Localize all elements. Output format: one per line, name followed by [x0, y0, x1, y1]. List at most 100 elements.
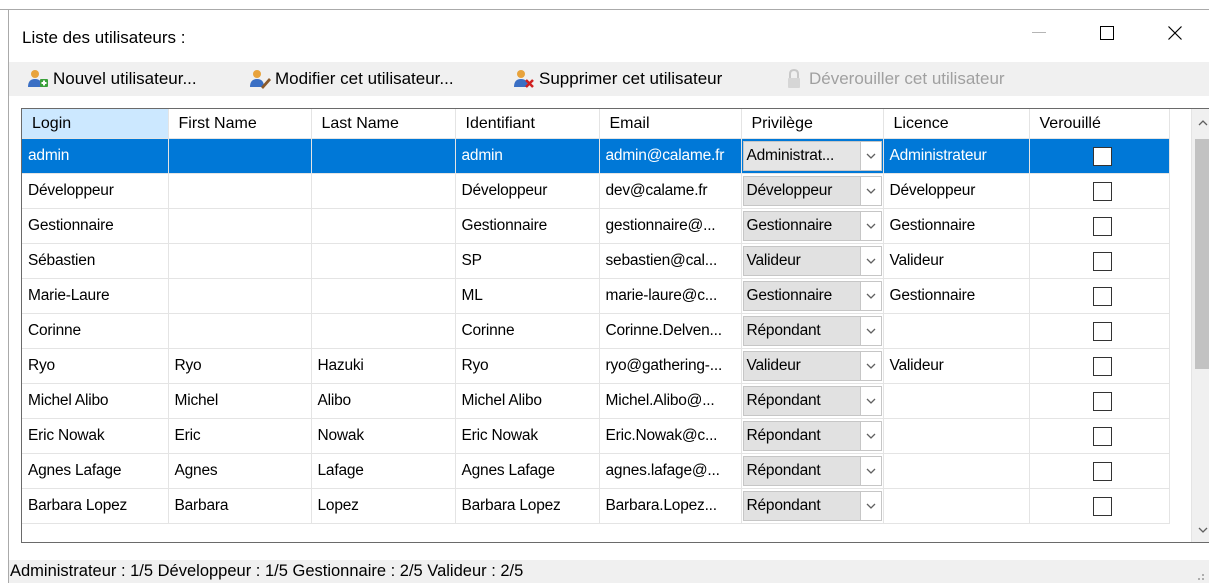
locked-checkbox[interactable]	[1092, 251, 1112, 271]
unlock-user-button[interactable]: Déverouiller cet utilisateur	[783, 62, 1005, 96]
cell-last[interactable]	[311, 138, 456, 174]
cell-id[interactable]: Gestionnaire	[455, 208, 600, 244]
cell-login[interactable]: Ryo	[22, 348, 169, 384]
cell-first[interactable]	[168, 208, 312, 244]
cell-id[interactable]: Agnes Lafage	[455, 453, 600, 489]
cell-email[interactable]: sebastien@cal...	[599, 243, 742, 279]
cell-privilege[interactable]: Gestionnaire	[741, 208, 884, 244]
cell-privilege[interactable]: Répondant	[741, 453, 884, 489]
cell-email[interactable]: admin@calame.fr	[599, 138, 742, 174]
privilege-dropdown[interactable]: Gestionnaire	[742, 281, 882, 311]
cell-licence[interactable]: Administrateur	[883, 138, 1030, 174]
dropdown-chevron-icon[interactable]	[859, 387, 881, 415]
locked-checkbox[interactable]	[1092, 216, 1112, 236]
privilege-dropdown[interactable]: Administrat...	[742, 141, 882, 171]
cell-privilege[interactable]: Gestionnaire	[741, 278, 884, 314]
col-header-verouille[interactable]: Verouillé	[1029, 109, 1170, 139]
cell-id[interactable]: SP	[455, 243, 600, 279]
dropdown-chevron-icon[interactable]	[859, 282, 881, 310]
cell-first[interactable]: Agnes	[168, 453, 312, 489]
locked-checkbox[interactable]	[1092, 286, 1112, 306]
cell-email[interactable]: gestionnaire@...	[599, 208, 742, 244]
maximize-button[interactable]	[1077, 10, 1137, 56]
cell-id[interactable]: Michel Alibo	[455, 383, 600, 419]
cell-first[interactable]	[168, 173, 312, 209]
privilege-dropdown[interactable]: Développeur	[742, 176, 882, 206]
cell-login[interactable]: Corinne	[22, 313, 169, 349]
cell-licence[interactable]	[883, 313, 1030, 349]
cell-privilege[interactable]: Valideur	[741, 243, 884, 279]
cell-first[interactable]: Barbara	[168, 488, 312, 524]
cell-privilege[interactable]: Répondant	[741, 313, 884, 349]
cell-email[interactable]: Corinne.Delven...	[599, 313, 742, 349]
new-user-button[interactable]: Nouvel utilisateur...	[27, 62, 197, 96]
edit-user-button[interactable]: Modifier cet utilisateur...	[249, 62, 454, 96]
col-header-email[interactable]: Email	[599, 109, 742, 139]
cell-first[interactable]	[168, 243, 312, 279]
cell-first[interactable]: Eric	[168, 418, 312, 454]
table-row[interactable]: Sébastien SP sebastien@cal... Valideur Valid…	[22, 243, 1170, 279]
locked-checkbox[interactable]	[1092, 146, 1112, 166]
scroll-down-button[interactable]	[1192, 519, 1209, 541]
locked-checkbox[interactable]	[1092, 461, 1112, 481]
scroll-up-button[interactable]	[1192, 112, 1209, 134]
dropdown-chevron-icon[interactable]	[859, 457, 881, 485]
cell-id[interactable]: Développeur	[455, 173, 600, 209]
cell-privilege[interactable]: Valideur	[741, 348, 884, 384]
cell-id[interactable]: Ryo	[455, 348, 600, 384]
dropdown-chevron-icon[interactable]	[859, 177, 881, 205]
cell-last[interactable]	[311, 313, 456, 349]
table-row[interactable]: Développeur Développeur dev@calame.fr Dével…	[22, 173, 1170, 209]
minimize-button[interactable]	[1009, 10, 1069, 56]
cell-last[interactable]	[311, 278, 456, 314]
cell-licence[interactable]: Valideur	[883, 348, 1030, 384]
cell-licence[interactable]: Valideur	[883, 243, 1030, 279]
cell-first[interactable]	[168, 138, 312, 174]
cell-id[interactable]: Barbara Lopez	[455, 488, 600, 524]
cell-privilege[interactable]: Répondant	[741, 383, 884, 419]
cell-first[interactable]: Michel	[168, 383, 312, 419]
cell-licence[interactable]	[883, 453, 1030, 489]
cell-last[interactable]: Lopez	[311, 488, 456, 524]
privilege-dropdown[interactable]: Répondant	[742, 491, 882, 521]
privilege-dropdown[interactable]: Répondant	[742, 456, 882, 486]
privilege-dropdown[interactable]: Valideur	[742, 351, 882, 381]
col-header-login[interactable]: Login	[22, 109, 169, 139]
dropdown-chevron-icon[interactable]	[859, 247, 881, 275]
table-row[interactable]: Michel Alibo Michel Alibo Michel Alibo Miche…	[22, 383, 1170, 419]
dropdown-chevron-icon[interactable]	[859, 352, 881, 380]
cell-login[interactable]: Agnes Lafage	[22, 453, 169, 489]
col-header-identifiant[interactable]: Identifiant	[455, 109, 600, 139]
cell-licence[interactable]	[883, 418, 1030, 454]
cell-email[interactable]: dev@calame.fr	[599, 173, 742, 209]
locked-checkbox[interactable]	[1092, 356, 1112, 376]
vertical-scrollbar[interactable]	[1191, 109, 1209, 542]
cell-id[interactable]: Corinne	[455, 313, 600, 349]
cell-licence[interactable]	[883, 383, 1030, 419]
cell-privilege[interactable]: Administrat...	[741, 138, 884, 174]
cell-login[interactable]: Michel Alibo	[22, 383, 169, 419]
cell-last[interactable]: Lafage	[311, 453, 456, 489]
dropdown-chevron-icon[interactable]	[859, 317, 881, 345]
cell-licence[interactable]: Gestionnaire	[883, 208, 1030, 244]
cell-email[interactable]: Eric.Nowak@c...	[599, 418, 742, 454]
privilege-dropdown[interactable]: Répondant	[742, 421, 882, 451]
privilege-dropdown[interactable]: Gestionnaire	[742, 211, 882, 241]
col-header-licence[interactable]: Licence	[883, 109, 1030, 139]
cell-email[interactable]: Michel.Alibo@...	[599, 383, 742, 419]
close-button[interactable]	[1145, 10, 1205, 56]
locked-checkbox[interactable]	[1092, 426, 1112, 446]
dropdown-chevron-icon[interactable]	[859, 142, 881, 170]
cell-id[interactable]: ML	[455, 278, 600, 314]
cell-email[interactable]: ryo@gathering-...	[599, 348, 742, 384]
cell-last[interactable]	[311, 173, 456, 209]
table-row[interactable]: Agnes Lafage Agnes Lafage Agnes Lafage agnes…	[22, 453, 1170, 489]
cell-id[interactable]: admin	[455, 138, 600, 174]
locked-checkbox[interactable]	[1092, 496, 1112, 516]
privilege-dropdown[interactable]: Répondant	[742, 386, 882, 416]
cell-login[interactable]: Sébastien	[22, 243, 169, 279]
cell-last[interactable]	[311, 243, 456, 279]
locked-checkbox[interactable]	[1092, 321, 1112, 341]
cell-last[interactable]: Hazuki	[311, 348, 456, 384]
resize-grip-icon[interactable]	[1195, 571, 1205, 581]
